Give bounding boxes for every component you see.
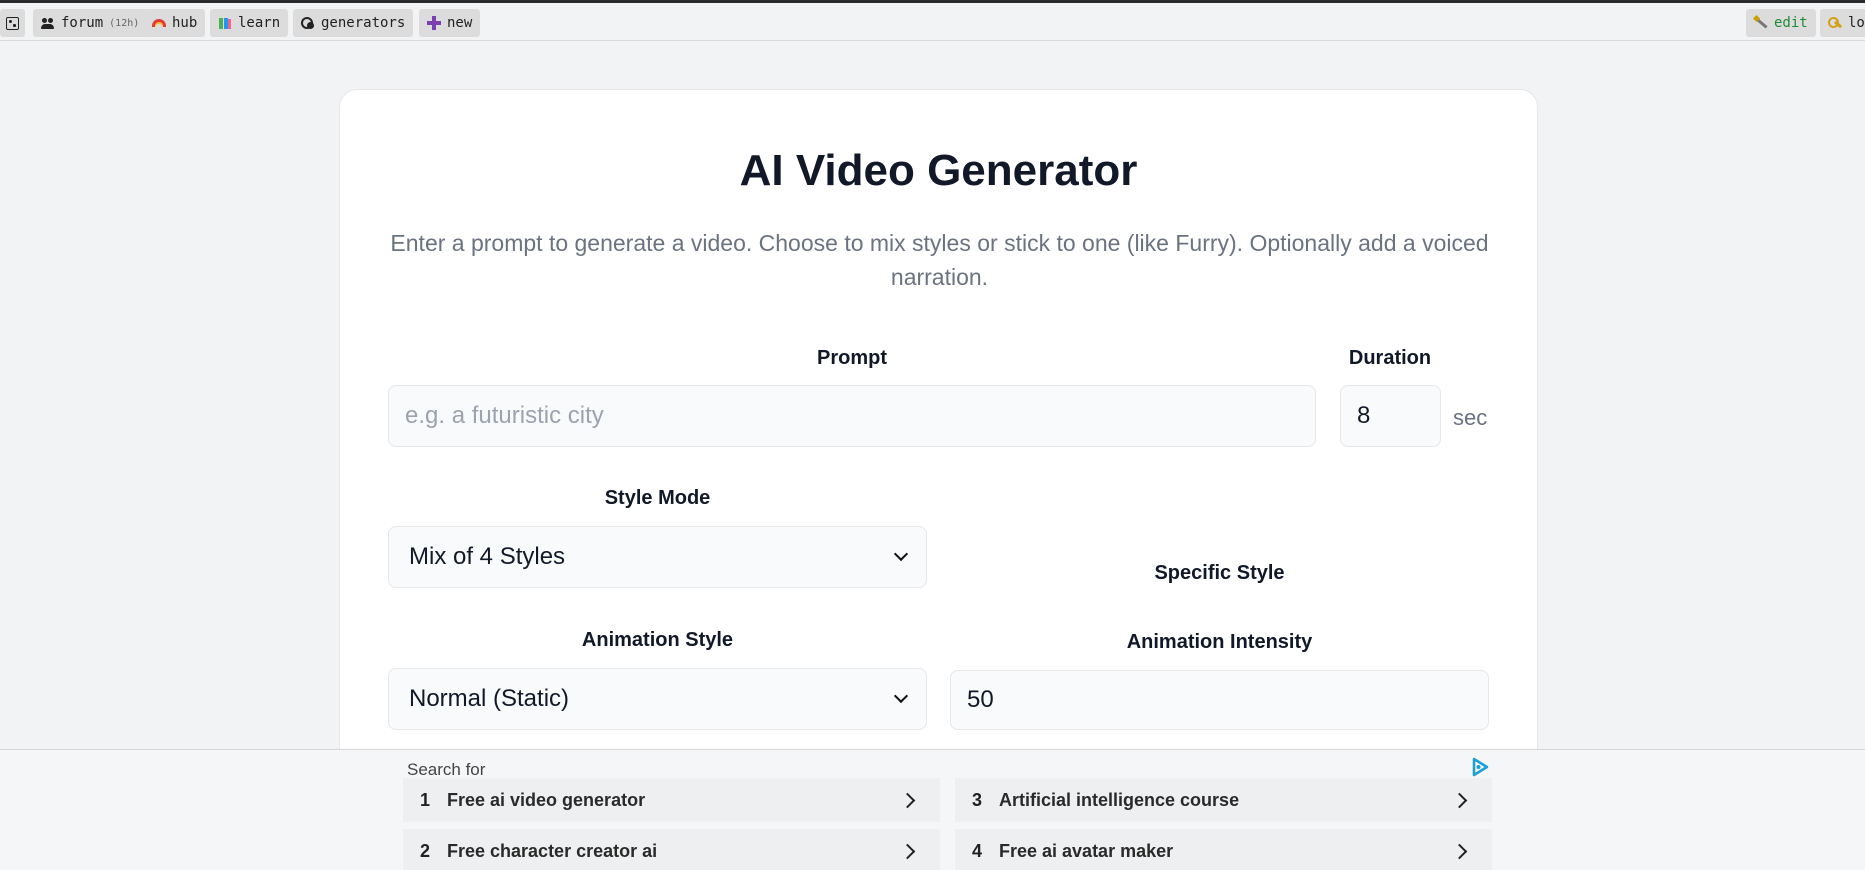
rainbow-icon [152, 19, 166, 27]
style-mode-select[interactable]: Mix of 4 Styles [388, 526, 927, 588]
animation-intensity-value: 50 [967, 686, 994, 713]
duration-label: Duration [1348, 347, 1432, 369]
login-button[interactable]: lo [1820, 9, 1865, 37]
ad-link-3[interactable]: 3 Artificial intelligence course [955, 778, 1492, 822]
learn-label: learn [238, 15, 281, 31]
ad-number: 4 [971, 840, 982, 861]
animation-intensity-label: Animation Intensity [1126, 631, 1313, 653]
gears-icon [301, 16, 315, 30]
top-nav-bar: forum (12h) hub learn generators new edi… [0, 0, 1865, 41]
animation-style-select[interactable]: Normal (Static) [388, 668, 927, 730]
page-description: Enter a prompt to generate a video. Choo… [390, 230, 1489, 290]
login-label: lo [1848, 15, 1865, 31]
ad-number: 1 [419, 789, 430, 810]
ad-text: Artificial intelligence course [999, 789, 1240, 810]
page-title: AI Video Generator [739, 146, 1138, 195]
people-icon [41, 16, 55, 30]
style-mode-label: Style Mode [604, 487, 711, 509]
learn-button[interactable]: learn [210, 9, 289, 37]
forum-button[interactable]: forum (12h) [33, 9, 148, 37]
duration-value: 8 [1357, 402, 1371, 429]
new-button[interactable]: new [419, 9, 481, 37]
magic-wand-icon [1754, 16, 1768, 30]
animation-style-label: Animation Style [581, 629, 734, 651]
dice-icon [6, 16, 19, 30]
ad-link-2[interactable]: 2 Free character creator ai [403, 829, 940, 870]
forum-label: forum [61, 15, 104, 31]
ad-link-1[interactable]: 1 Free ai video generator [403, 778, 940, 822]
ad-choices-icon[interactable] [1470, 757, 1490, 777]
generators-label: generators [321, 15, 406, 31]
style-mode-selected: Mix of 4 Styles [409, 543, 566, 570]
plus-icon [427, 16, 441, 30]
hub-label: hub [172, 15, 198, 31]
duration-unit: sec [1453, 405, 1488, 430]
prompt-placeholder: e.g. a futuristic city [405, 402, 604, 429]
forum-time-badge: (12h) [109, 17, 140, 29]
chevron-right-icon [902, 843, 918, 859]
random-button[interactable] [0, 9, 25, 37]
ad-link-4[interactable]: 4 Free ai avatar maker [955, 829, 1492, 870]
prompt-input[interactable]: e.g. a futuristic city [388, 385, 1316, 447]
generators-button[interactable]: generators [293, 9, 414, 37]
ad-heading: Search for [407, 760, 486, 779]
chevron-right-icon [902, 792, 918, 808]
edit-label: edit [1774, 15, 1808, 31]
search-ad-bar: Search for 1 Free ai video generator 2 F… [0, 749, 1865, 870]
chevron-right-icon [1454, 843, 1470, 859]
chevron-right-icon [1454, 792, 1470, 808]
edit-button[interactable]: edit [1746, 9, 1816, 37]
books-icon [218, 16, 232, 30]
chevron-down-icon [893, 546, 909, 562]
ad-text: Free ai avatar maker [999, 840, 1174, 861]
ad-text: Free character creator ai [447, 840, 658, 861]
ad-number: 2 [419, 840, 430, 861]
ad-number: 3 [971, 789, 982, 810]
hub-button[interactable]: hub [144, 9, 206, 37]
animation-style-selected: Normal (Static) [409, 685, 570, 712]
chevron-down-icon [893, 688, 909, 704]
key-icon [1828, 16, 1842, 30]
prompt-label: Prompt [817, 347, 887, 369]
animation-intensity-input[interactable]: 50 [950, 670, 1489, 730]
new-label: new [447, 15, 473, 31]
ad-text: Free ai video generator [447, 789, 646, 810]
specific-style-label: Specific Style [1154, 562, 1285, 584]
duration-input[interactable]: 8 [1340, 385, 1441, 447]
